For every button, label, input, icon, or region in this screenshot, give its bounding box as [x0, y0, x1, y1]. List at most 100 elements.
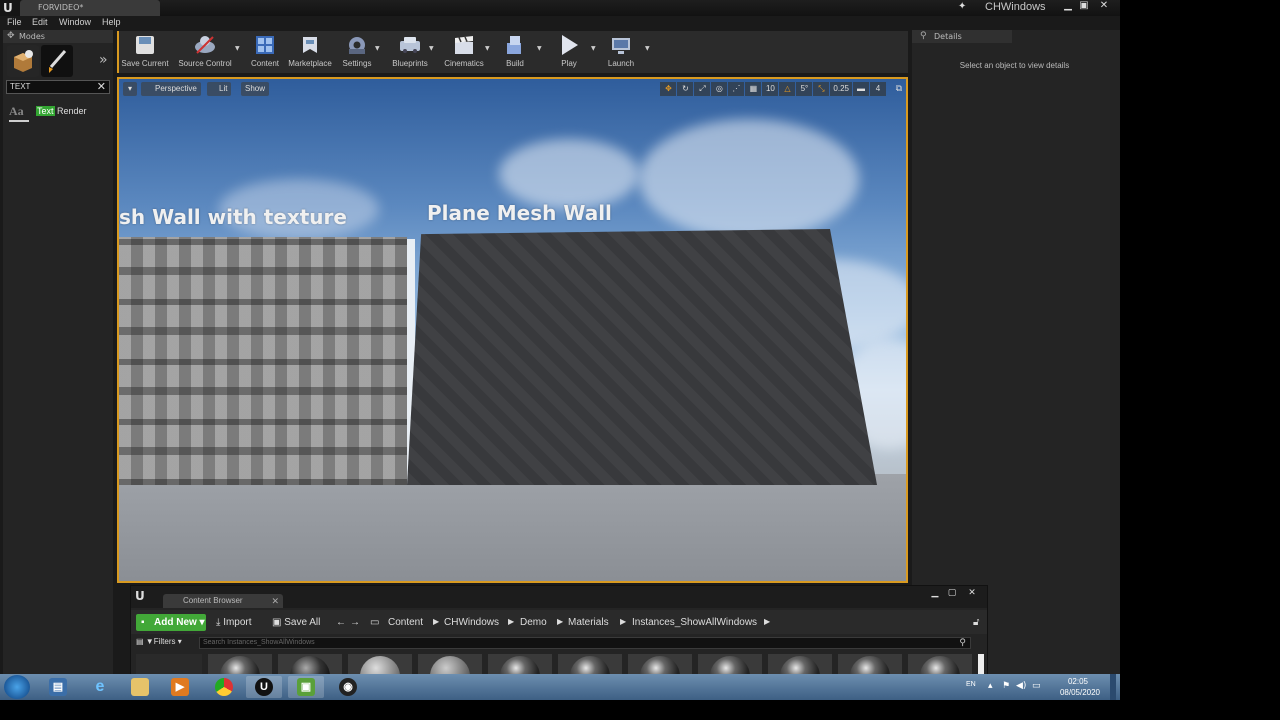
surface-snap-icon[interactable]: ⋰ — [728, 82, 745, 96]
show-button[interactable]: Show — [241, 82, 270, 96]
menu-help[interactable]: Help — [102, 17, 121, 27]
taskbar-app-unreal[interactable]: U — [246, 676, 282, 698]
show-desktop-button[interactable] — [1110, 674, 1116, 700]
taskbar-app-explorer[interactable]: ▤ — [40, 676, 76, 698]
level-document-tab[interactable]: FORVIDEO* — [20, 0, 160, 16]
camera-speed-icon[interactable]: ▬ — [853, 82, 869, 96]
breadcrumb-instances[interactable]: Instances_ShowAllWindows — [632, 617, 757, 628]
camera-speed-value[interactable]: 4 — [870, 82, 886, 96]
asset-tile[interactable] — [418, 654, 482, 674]
world-local-icon[interactable]: ◎ — [711, 82, 728, 96]
play-button[interactable]: Play — [547, 31, 591, 73]
paint-mode-button[interactable] — [41, 45, 73, 77]
minimize-icon[interactable]: ▁ — [928, 588, 942, 600]
taskbar-app-obs[interactable]: ◉ — [330, 676, 366, 698]
asset-tile[interactable] — [278, 654, 342, 674]
launch-button[interactable]: Launch — [601, 31, 641, 73]
clear-search-icon[interactable]: ✕ — [97, 81, 106, 93]
blueprints-dropdown-icon[interactable]: ▼ — [429, 45, 434, 52]
text-render-right[interactable]: Plane Mesh Wall — [427, 201, 612, 225]
content-browser-tab[interactable]: Content Browser ✕ — [163, 594, 283, 608]
forward-icon[interactable]: → — [350, 617, 360, 628]
clock-date[interactable]: 08/05/2020 — [1060, 688, 1100, 697]
source-control-dropdown-icon[interactable]: ▼ — [235, 45, 240, 52]
taskbar-app-media[interactable]: ▶ — [162, 676, 198, 698]
rotate-icon[interactable]: ↻ — [677, 82, 694, 96]
asset-tile[interactable] — [558, 654, 622, 674]
menu-window[interactable]: Window — [59, 17, 91, 27]
maximize-icon[interactable]: ▢ — [945, 588, 959, 600]
restore-icon[interactable]: ▣ — [1076, 0, 1092, 12]
scale-snap-value[interactable]: 0.25 — [830, 82, 852, 96]
action-center-flag-icon[interactable]: ⚑ — [1002, 681, 1010, 691]
perspective-button[interactable]: Perspective — [141, 82, 201, 96]
marketplace-button[interactable]: Marketplace — [287, 31, 333, 73]
windows-start-icon[interactable] — [4, 675, 30, 699]
settings-button[interactable]: Settings — [337, 31, 377, 73]
scale-icon[interactable]: ⤢ — [694, 82, 711, 96]
taskbar-app-files[interactable] — [122, 676, 158, 698]
add-new-button[interactable]: ▪ Add New ▾ — [136, 614, 206, 631]
play-dropdown-icon[interactable]: ▼ — [591, 45, 596, 52]
scale-snap-icon[interactable]: ⤡ — [813, 82, 830, 96]
place-mode-button[interactable] — [7, 45, 39, 77]
clock-time[interactable]: 02:05 — [1068, 677, 1088, 686]
level-viewport[interactable]: sh Wall with texture Plane Mesh Wall ▾ P… — [117, 77, 908, 583]
grid-snap-icon[interactable]: ▦ — [745, 82, 762, 96]
build-dropdown-icon[interactable]: ▼ — [537, 45, 542, 52]
filters-button[interactable]: ▤ ▼Filters ▾ — [136, 637, 182, 646]
translate-icon[interactable]: ✥ — [660, 82, 677, 96]
folder-icon[interactable]: ▭ — [370, 617, 379, 628]
breadcrumb-materials[interactable]: Materials — [568, 617, 609, 628]
asset-tile[interactable] — [908, 654, 972, 674]
asset-search-input[interactable]: Search Instances_ShowAllWindows ⚲ — [199, 637, 971, 649]
breadcrumb-content[interactable]: Content — [388, 617, 423, 628]
asset-tile[interactable] — [208, 654, 272, 674]
asset-tile[interactable] — [348, 654, 412, 674]
close-icon[interactable]: ✕ — [1096, 0, 1112, 12]
back-icon[interactable]: ← — [336, 617, 346, 628]
language-indicator[interactable]: EN — [966, 681, 976, 688]
rotation-snap-icon[interactable]: △ — [779, 82, 796, 96]
breadcrumb-demo[interactable]: Demo — [520, 617, 547, 628]
content-button[interactable]: Content — [245, 31, 285, 73]
save-current-button[interactable]: Save Current — [119, 31, 171, 73]
breadcrumb-separator-icon[interactable]: ▶ — [620, 617, 626, 626]
breadcrumb-separator-icon[interactable]: ▶ — [764, 617, 770, 626]
asset-tile-folder[interactable] — [136, 654, 202, 674]
asset-tile[interactable] — [838, 654, 902, 674]
breadcrumb-separator-icon[interactable]: ▶ — [557, 617, 563, 626]
textured-mesh-wall[interactable] — [119, 237, 407, 485]
breadcrumb-separator-icon[interactable]: ▶ — [433, 617, 439, 626]
breadcrumb-chwindows[interactable]: CHWindows — [444, 617, 499, 628]
details-tab[interactable]: ⚲ Details — [912, 30, 1012, 43]
asset-tile[interactable] — [698, 654, 762, 674]
menu-edit[interactable]: Edit — [32, 17, 48, 27]
close-tab-icon[interactable]: ✕ — [271, 594, 279, 608]
settings-dropdown-icon[interactable]: ▼ — [375, 45, 380, 52]
grid-snap-value[interactable]: 10 — [762, 82, 779, 96]
maximize-viewport-icon[interactable]: ⧉ — [896, 84, 902, 94]
asset-tile[interactable] — [628, 654, 692, 674]
taskbar-app-chrome[interactable] — [206, 676, 242, 698]
menu-file[interactable]: File — [7, 17, 22, 27]
lit-button[interactable]: Lit — [207, 82, 232, 96]
asset-scrollbar[interactable] — [978, 654, 984, 674]
lock-icon[interactable]: 🔓︎ — [973, 617, 979, 628]
cinematics-button[interactable]: Cinematics — [439, 31, 489, 73]
place-item-text-render[interactable]: Aa Text Render — [7, 102, 111, 124]
viewport-options-icon[interactable]: ▾ — [123, 82, 137, 96]
source-control-button[interactable]: Source Control — [175, 31, 235, 73]
asset-tile[interactable] — [488, 654, 552, 674]
close-icon[interactable]: ✕ — [965, 588, 979, 600]
asset-tile[interactable] — [768, 654, 832, 674]
modes-expand-icon[interactable]: » — [99, 52, 108, 68]
blueprints-button[interactable]: Blueprints — [385, 31, 435, 73]
cinematics-dropdown-icon[interactable]: ▼ — [485, 45, 490, 52]
taskbar-app-minecraft[interactable]: ▣ — [288, 676, 324, 698]
place-search-input[interactable]: TEXT ✕ — [6, 80, 110, 94]
plane-mesh-wall[interactable] — [407, 229, 877, 485]
import-button[interactable]: ⤓ Import — [216, 617, 252, 628]
save-all-button[interactable]: ▣ Save All — [272, 617, 320, 628]
volume-icon[interactable]: ◀) — [1016, 681, 1026, 691]
